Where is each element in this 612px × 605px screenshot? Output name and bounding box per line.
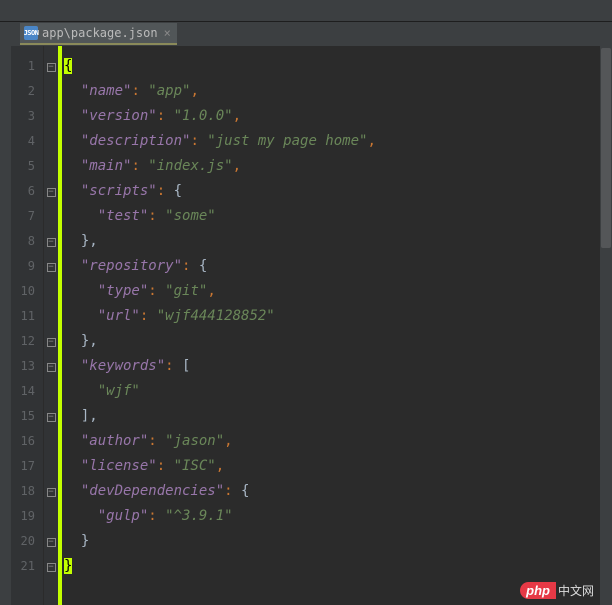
line-number: 20 bbox=[11, 529, 35, 554]
window-title-bar bbox=[0, 0, 612, 22]
line-number: 10 bbox=[11, 279, 35, 304]
line-number: 17 bbox=[11, 454, 35, 479]
editor-area[interactable]: 1 2 3 4 5 6 7 8 9 10 11 12 13 14 15 16 1… bbox=[0, 46, 612, 605]
code-line: "devDependencies": { bbox=[62, 479, 612, 504]
code-line: "author": "jason", bbox=[62, 429, 612, 454]
watermark-badge: php bbox=[520, 582, 556, 599]
fold-end-icon[interactable]: − bbox=[44, 329, 58, 354]
line-number: 5 bbox=[11, 154, 35, 179]
code-line: "description": "just my page home", bbox=[62, 129, 612, 154]
fold-gutter: − − − − − − − − − − bbox=[44, 46, 58, 605]
fold-end-icon[interactable]: − bbox=[44, 529, 58, 554]
scrollbar-thumb[interactable] bbox=[601, 48, 611, 248]
code-line: { bbox=[62, 54, 612, 79]
code-line: } bbox=[62, 554, 612, 579]
fold-toggle-icon[interactable]: − bbox=[44, 354, 58, 379]
line-number: 18 bbox=[11, 479, 35, 504]
line-number: 16 bbox=[11, 429, 35, 454]
code-line: "url": "wjf444128852" bbox=[62, 304, 612, 329]
line-number: 4 bbox=[11, 129, 35, 154]
fold-toggle-icon[interactable]: − bbox=[44, 179, 58, 204]
code-line: } bbox=[62, 529, 612, 554]
line-number: 15 bbox=[11, 404, 35, 429]
vertical-scrollbar[interactable] bbox=[600, 46, 612, 605]
line-number: 8 bbox=[11, 229, 35, 254]
code-line: "repository": { bbox=[62, 254, 612, 279]
fold-toggle-icon[interactable]: − bbox=[44, 254, 58, 279]
watermark: php 中文网 bbox=[520, 582, 594, 599]
code-line: }, bbox=[62, 329, 612, 354]
json-file-icon: JSON bbox=[24, 26, 38, 40]
fold-end-icon[interactable]: − bbox=[44, 229, 58, 254]
code-line: }, bbox=[62, 229, 612, 254]
tab-filename: app\package.json bbox=[42, 26, 158, 40]
fold-end-icon[interactable]: − bbox=[44, 404, 58, 429]
close-icon[interactable]: × bbox=[164, 26, 171, 40]
code-line: "wjf" bbox=[62, 379, 612, 404]
fold-toggle-icon[interactable]: − bbox=[44, 479, 58, 504]
line-number: 1 bbox=[11, 54, 35, 79]
code-line: "license": "ISC", bbox=[62, 454, 612, 479]
fold-toggle-icon[interactable]: − bbox=[44, 54, 58, 79]
fold-end-icon[interactable]: − bbox=[44, 554, 58, 579]
line-number: 6 bbox=[11, 179, 35, 204]
line-number: 11 bbox=[11, 304, 35, 329]
file-tab[interactable]: JSON app\package.json × bbox=[20, 23, 177, 45]
code-line: "type": "git", bbox=[62, 279, 612, 304]
code-line: "scripts": { bbox=[62, 179, 612, 204]
line-number: 14 bbox=[11, 379, 35, 404]
code-line: "version": "1.0.0", bbox=[62, 104, 612, 129]
code-line: "keywords": [ bbox=[62, 354, 612, 379]
line-number: 19 bbox=[11, 504, 35, 529]
line-number: 2 bbox=[11, 79, 35, 104]
watermark-text: 中文网 bbox=[558, 582, 594, 599]
code-line: ], bbox=[62, 404, 612, 429]
code-line: "test": "some" bbox=[62, 204, 612, 229]
code-line: "gulp": "^3.9.1" bbox=[62, 504, 612, 529]
line-number: 7 bbox=[11, 204, 35, 229]
code-line: "name": "app", bbox=[62, 79, 612, 104]
editor-tab-bar: JSON app\package.json × bbox=[0, 22, 612, 46]
line-number: 3 bbox=[11, 104, 35, 129]
code-content[interactable]: { "name": "app", "version": "1.0.0", "de… bbox=[62, 46, 612, 605]
left-gutter-margin bbox=[0, 46, 11, 605]
line-number-gutter: 1 2 3 4 5 6 7 8 9 10 11 12 13 14 15 16 1… bbox=[11, 46, 44, 605]
line-number: 9 bbox=[11, 254, 35, 279]
line-number: 21 bbox=[11, 554, 35, 579]
code-line: "main": "index.js", bbox=[62, 154, 612, 179]
line-number: 13 bbox=[11, 354, 35, 379]
line-number: 12 bbox=[11, 329, 35, 354]
